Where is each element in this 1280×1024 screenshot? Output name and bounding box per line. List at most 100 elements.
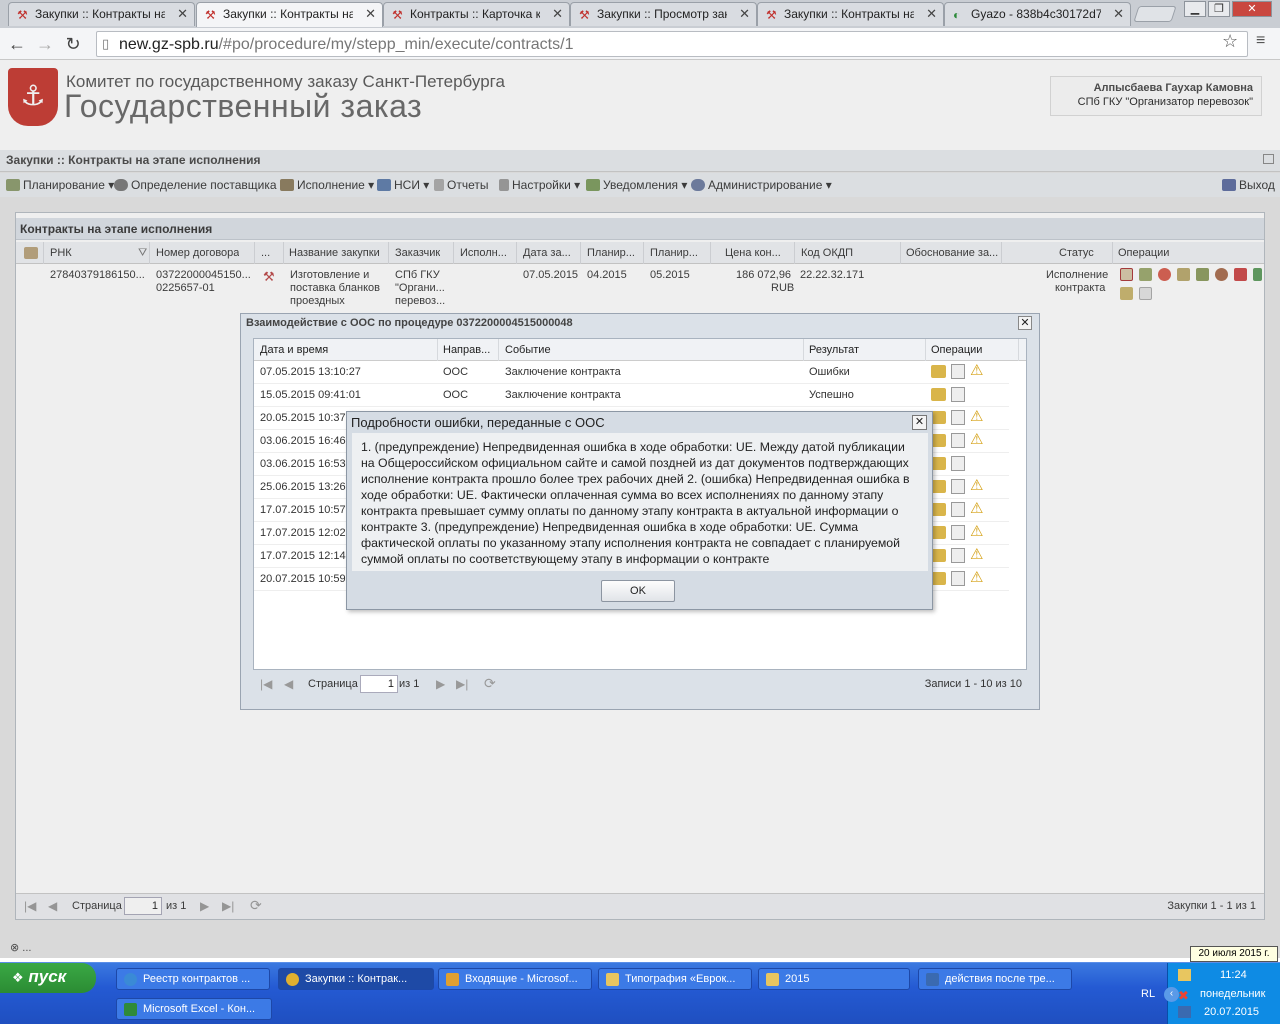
document-icon[interactable] xyxy=(951,571,965,586)
ie-icon xyxy=(124,973,137,986)
outlook-icon xyxy=(446,973,459,986)
language-indicator[interactable]: RL xyxy=(1141,988,1155,1000)
browser-tab-active[interactable]: ⚒ Закупки :: Контракты на ✕ xyxy=(196,2,383,27)
error-message: 1. (предупреждение) Непредвиденная ошибк… xyxy=(352,433,928,571)
forward-arrow-icon[interactable]: → xyxy=(34,33,56,55)
document-icon[interactable] xyxy=(951,479,965,494)
document-icon[interactable] xyxy=(951,502,965,517)
taskbar-item-active[interactable]: Закупки :: Контрак... xyxy=(278,968,434,990)
col-direction[interactable]: Направ... xyxy=(443,344,490,356)
taskbar-item[interactable]: 2015 xyxy=(758,968,910,990)
ok-button[interactable]: OK xyxy=(601,580,675,602)
site-favicon-icon: ⚒ xyxy=(392,8,403,22)
page-input[interactable]: 1 xyxy=(360,675,398,693)
excel-icon xyxy=(124,1003,137,1016)
warning-icon[interactable]: ⚠ xyxy=(970,570,983,586)
document-icon[interactable] xyxy=(951,410,965,425)
package-icon[interactable] xyxy=(931,365,946,378)
taskbar-item[interactable]: Microsoft Excel - Кон... xyxy=(116,998,272,1020)
bookmark-star-icon[interactable]: ☆ xyxy=(1222,31,1238,52)
refresh-icon[interactable]: ⟳ xyxy=(484,675,496,692)
browser-menu-icon[interactable]: ≡ xyxy=(1256,32,1265,50)
windows-logo-icon: ❖ xyxy=(12,970,24,985)
table-row[interactable]: 07.05.2015 13:10:27 ООС Заключение контрак… xyxy=(254,361,1009,384)
package-icon[interactable] xyxy=(931,480,946,493)
oos-dialog-title: Взаимодействие с ООС по процедуре 037220… xyxy=(246,317,573,329)
chrome-icon xyxy=(286,973,299,986)
col-event[interactable]: Событие xyxy=(505,344,551,356)
document-icon[interactable] xyxy=(951,433,965,448)
oos-grid-header: Дата и время Направ... Событие Результат… xyxy=(254,339,1026,361)
document-icon[interactable] xyxy=(951,456,965,471)
col-datetime[interactable]: Дата и время xyxy=(260,344,328,356)
taskbar-item[interactable]: Типография «Еврок... xyxy=(598,968,752,990)
next-page-icon[interactable]: ▶ xyxy=(436,677,445,691)
tab-close-icon[interactable]: ✕ xyxy=(926,6,937,22)
warning-icon[interactable]: ⚠ xyxy=(970,524,983,540)
warning-icon[interactable]: ⚠ xyxy=(970,409,983,425)
folder-icon xyxy=(766,973,779,986)
back-arrow-icon[interactable]: ← xyxy=(6,33,28,55)
clock-time[interactable]: 11:24 xyxy=(1220,969,1247,981)
warning-icon[interactable]: ⚠ xyxy=(970,363,983,379)
network-icon[interactable] xyxy=(1178,1006,1191,1018)
page-icon: ▯ xyxy=(102,36,110,51)
package-icon[interactable] xyxy=(931,457,946,470)
error-dialog-title: Подробности ошибки, переданные с ООС xyxy=(351,415,605,430)
warning-icon[interactable]: ⚠ xyxy=(970,501,983,517)
package-icon[interactable] xyxy=(931,549,946,562)
reload-icon[interactable]: ↻ xyxy=(62,33,84,55)
prev-page-icon[interactable]: ◀ xyxy=(284,677,293,691)
start-button[interactable]: ❖ пуск xyxy=(0,963,96,993)
window-close-button[interactable]: ✕ xyxy=(1232,1,1272,17)
browser-tab[interactable]: ◐Gyazo - 838b4c30172d7ca6✕ xyxy=(944,2,1131,26)
document-icon[interactable] xyxy=(951,387,965,402)
warning-icon[interactable]: ⚠ xyxy=(970,547,983,563)
tray-app-icon[interactable] xyxy=(1178,969,1191,981)
tab-close-icon[interactable]: ✕ xyxy=(1113,6,1124,22)
site-favicon-icon: ⚒ xyxy=(766,8,777,22)
col-ops[interactable]: Операции xyxy=(931,344,982,356)
taskbar-item[interactable]: Реестр контрактов ... xyxy=(116,968,270,990)
address-bar-row: ← → ↻ ▯ new.gz-spb.ru/#po/procedure/my/s… xyxy=(0,28,1280,60)
col-result[interactable]: Результат xyxy=(809,344,859,356)
taskbar-item[interactable]: действия после тре... xyxy=(918,968,1072,990)
restore-button[interactable]: ❐ xyxy=(1208,1,1230,17)
gyazo-favicon-icon: ◐ xyxy=(953,8,961,22)
warning-icon[interactable]: ⚠ xyxy=(970,432,983,448)
browser-tab[interactable]: ⚒ Закупки :: Контракты на ✕ xyxy=(8,2,195,26)
site-favicon-icon: ⚒ xyxy=(17,8,28,22)
tab-close-icon[interactable]: ✕ xyxy=(552,6,563,22)
browser-tab[interactable]: ⚒ Закупки :: Контракты на ✕ xyxy=(757,2,944,26)
site-favicon-icon: ⚒ xyxy=(205,8,216,22)
browser-tab[interactable]: ⚒Закупки :: Просмотр закуп✕ xyxy=(570,2,757,26)
warning-icon[interactable]: ⚠ xyxy=(970,478,983,494)
url-input[interactable]: ▯ new.gz-spb.ru/#po/procedure/my/stepp_m… xyxy=(96,31,1248,57)
package-icon[interactable] xyxy=(931,434,946,447)
browser-tab[interactable]: ⚒ Контракты :: Карточка ко ✕ xyxy=(383,2,570,26)
package-icon[interactable] xyxy=(931,411,946,424)
first-page-icon[interactable]: |◀ xyxy=(260,677,272,691)
tab-close-icon[interactable]: ✕ xyxy=(365,6,376,22)
tab-close-icon[interactable]: ✕ xyxy=(177,6,188,22)
date-tooltip: 20 июля 2015 г. xyxy=(1190,946,1278,962)
tab-close-icon[interactable]: ✕ xyxy=(739,6,750,22)
antivirus-icon[interactable]: ✖ xyxy=(1178,988,1189,1004)
word-icon xyxy=(926,973,939,986)
document-icon[interactable] xyxy=(951,525,965,540)
taskbar-item[interactable]: Входящие - Microsof... xyxy=(438,968,592,990)
package-icon[interactable] xyxy=(931,388,946,401)
package-icon[interactable] xyxy=(931,572,946,585)
last-page-icon[interactable]: ▶| xyxy=(456,677,468,691)
table-row[interactable]: 15.05.2015 09:41:01 ООС Заключение контрак… xyxy=(254,384,1009,407)
folder-icon xyxy=(606,973,619,986)
document-icon[interactable] xyxy=(951,364,965,379)
new-tab-button[interactable] xyxy=(1133,6,1177,22)
minimize-button[interactable]: ▁ xyxy=(1184,1,1206,17)
close-icon[interactable]: ✕ xyxy=(912,415,927,430)
tray-expand-icon[interactable]: ‹ xyxy=(1164,987,1179,1002)
close-icon[interactable]: ✕ xyxy=(1018,316,1032,330)
package-icon[interactable] xyxy=(931,503,946,516)
package-icon[interactable] xyxy=(931,526,946,539)
document-icon[interactable] xyxy=(951,548,965,563)
